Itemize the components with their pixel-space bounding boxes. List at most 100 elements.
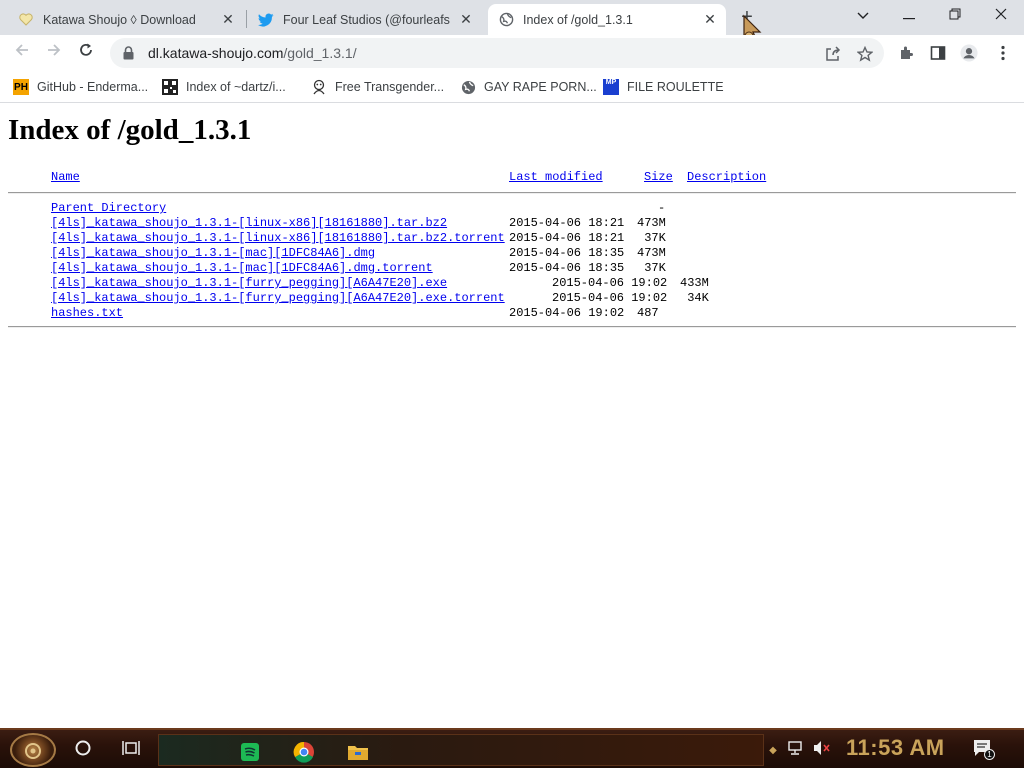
- bookmarks-bar: PH GitHub - Enderma... Index of ~dartz/i…: [0, 71, 1024, 103]
- sort-by-name-link[interactable]: Name: [51, 170, 80, 185]
- file-link[interactable]: [4ls]_katawa_shoujo_1.3.1-[linux-x86][18…: [51, 231, 505, 246]
- file-size: 37K: [637, 231, 666, 245]
- file-link[interactable]: [4ls]_katawa_shoujo_1.3.1-[linux-x86][18…: [51, 216, 447, 231]
- task-view-icon: [122, 740, 140, 761]
- file-link[interactable]: hashes.txt: [51, 306, 123, 321]
- file-row: [4ls]_katawa_shoujo_1.3.1-[mac][1DFC84A6…: [8, 261, 1016, 276]
- share-icon[interactable]: [824, 45, 842, 63]
- spotify-app-button[interactable]: [237, 742, 263, 767]
- minimize-button[interactable]: [886, 0, 932, 32]
- volume-muted-icon: [813, 740, 831, 761]
- bookmark-index-dartz[interactable]: Index of ~dartz/i...: [162, 77, 286, 97]
- tab-title: Katawa Shoujo ◊ Download: [43, 12, 196, 27]
- file-row: [4ls]_katawa_shoujo_1.3.1-[linux-x86][18…: [8, 216, 1016, 231]
- bookmark-free-transgender[interactable]: Free Transgender...: [311, 77, 444, 97]
- sort-by-modified-link[interactable]: Last modified: [509, 170, 603, 185]
- tray-chevron-button[interactable]: ◆: [766, 741, 780, 759]
- tab-katawa-shoujo-download[interactable]: Katawa Shoujo ◊ Download ✕: [8, 4, 244, 35]
- sort-by-size-link[interactable]: Size: [644, 170, 673, 185]
- tab-strip: Katawa Shoujo ◊ Download ✕ Four Leaf Stu…: [0, 0, 1024, 44]
- bookmark-github[interactable]: PH GitHub - Enderma...: [13, 77, 148, 97]
- file-row: hashes.txt 2015-04-06 19:02 487: [8, 306, 1016, 321]
- file-link[interactable]: [4ls]_katawa_shoujo_1.3.1-[mac][1DFC84A6…: [51, 246, 375, 261]
- listing-header-row: Name Last modified Size Description: [8, 170, 1016, 185]
- file-size: 433M: [680, 276, 709, 290]
- start-button[interactable]: [10, 733, 56, 767]
- close-window-button[interactable]: [978, 0, 1024, 32]
- bookmark-globe-site[interactable]: GAY RAPE PORN...: [460, 77, 597, 97]
- tab-title: Index of /gold_1.3.1: [523, 12, 633, 27]
- file-link[interactable]: [4ls]_katawa_shoujo_1.3.1-[furry_pegging…: [51, 291, 505, 306]
- action-center-button[interactable]: 1: [972, 739, 995, 760]
- file-size: 473M: [637, 246, 666, 260]
- mascot-icon: [311, 79, 327, 95]
- tab-separator: [246, 10, 247, 28]
- browser-toolbar: dl.katawa-shoujo.com/gold_1.3.1/: [0, 35, 1024, 71]
- file-row: [4ls]_katawa_shoujo_1.3.1-[linux-x86][18…: [8, 231, 1016, 246]
- tab-close-icon[interactable]: ✕: [220, 11, 236, 28]
- url-host: dl.katawa-shoujo.com: [148, 45, 284, 61]
- bookmark-label: GAY RAPE PORN...: [484, 80, 597, 94]
- spotify-icon: [240, 742, 260, 767]
- directory-listing: Name Last modified Size Description: [8, 170, 1016, 185]
- file-link[interactable]: [4ls]_katawa_shoujo_1.3.1-[furry_pegging…: [51, 276, 447, 291]
- steampunk-orb-icon: [24, 742, 42, 765]
- chrome-icon: [293, 741, 315, 768]
- tab-close-icon[interactable]: ✕: [458, 11, 474, 28]
- page-content: Index of /gold_1.3.1 Name Last modified …: [0, 104, 1024, 728]
- taskbar-app-area: [158, 734, 764, 766]
- lock-icon[interactable]: [123, 46, 137, 60]
- minimize-icon: [903, 7, 915, 25]
- parent-directory-row: Parent Directory -: [8, 201, 1016, 216]
- restore-icon: [949, 7, 961, 25]
- url-text[interactable]: dl.katawa-shoujo.com/gold_1.3.1/: [148, 45, 357, 61]
- windows-taskbar: ◆ 11:53 AM 1: [0, 728, 1024, 768]
- tab-four-leaf-studios[interactable]: Four Leaf Studios (@fourleafs ✕: [248, 4, 482, 35]
- address-bar[interactable]: dl.katawa-shoujo.com/gold_1.3.1/: [110, 38, 884, 68]
- file-icon: MP: [603, 79, 619, 95]
- notification-count-badge: 1: [984, 749, 995, 760]
- side-panel-icon[interactable]: [929, 44, 947, 62]
- extensions-icon[interactable]: [897, 44, 915, 62]
- bookmark-label: FILE ROULETTE: [627, 80, 724, 94]
- header-divider: [8, 192, 1016, 194]
- network-button[interactable]: [786, 740, 806, 759]
- file-link[interactable]: [4ls]_katawa_shoujo_1.3.1-[mac][1DFC84A6…: [51, 261, 433, 276]
- globe-icon: [498, 12, 514, 28]
- file-modified: 2015-04-06 19:02: [509, 306, 625, 320]
- back-button[interactable]: [8, 38, 36, 66]
- page-title: Index of /gold_1.3.1: [8, 114, 252, 146]
- file-modified: 2015-04-06 18:35: [509, 261, 625, 275]
- tab-index-of-gold[interactable]: Index of /gold_1.3.1 ✕: [488, 4, 726, 35]
- qr-icon: [162, 79, 178, 95]
- reload-icon: [78, 42, 94, 63]
- reload-button[interactable]: [72, 38, 100, 66]
- forward-arrow-icon: [46, 42, 62, 63]
- forward-button[interactable]: [40, 38, 68, 66]
- tab-close-icon[interactable]: ✕: [702, 11, 718, 28]
- task-view-button[interactable]: [120, 738, 142, 762]
- file-explorer-app-button[interactable]: [345, 743, 371, 765]
- parent-size: -: [658, 201, 666, 215]
- kebab-menu-icon[interactable]: [994, 44, 1012, 62]
- bookmark-label: Index of ~dartz/i...: [186, 80, 286, 94]
- parent-directory-link[interactable]: Parent Directory: [51, 201, 166, 216]
- tab-title: Four Leaf Studios (@fourleafs: [283, 12, 450, 27]
- file-row: [4ls]_katawa_shoujo_1.3.1-[furry_pegging…: [8, 291, 1016, 306]
- sort-by-description-link[interactable]: Description: [687, 170, 766, 185]
- file-size: 34K: [680, 291, 709, 305]
- tab-search-button[interactable]: [840, 0, 886, 32]
- restore-button[interactable]: [932, 0, 978, 32]
- bookmark-star-icon[interactable]: [856, 45, 874, 63]
- chrome-app-button[interactable]: [291, 741, 317, 768]
- chevron-down-icon: [857, 7, 869, 25]
- file-modified: 2015-04-06 19:02: [552, 291, 668, 305]
- bookmark-file-roulette[interactable]: MP FILE ROULETTE: [603, 77, 724, 97]
- taskbar-clock[interactable]: 11:53 AM: [846, 735, 945, 761]
- file-explorer-icon: [347, 743, 369, 766]
- search-button[interactable]: [72, 738, 94, 762]
- file-modified: 2015-04-06 18:35: [509, 246, 625, 260]
- file-modified: 2015-04-06 18:21: [509, 231, 625, 245]
- profile-avatar-icon[interactable]: [960, 44, 978, 62]
- volume-button[interactable]: [812, 740, 832, 761]
